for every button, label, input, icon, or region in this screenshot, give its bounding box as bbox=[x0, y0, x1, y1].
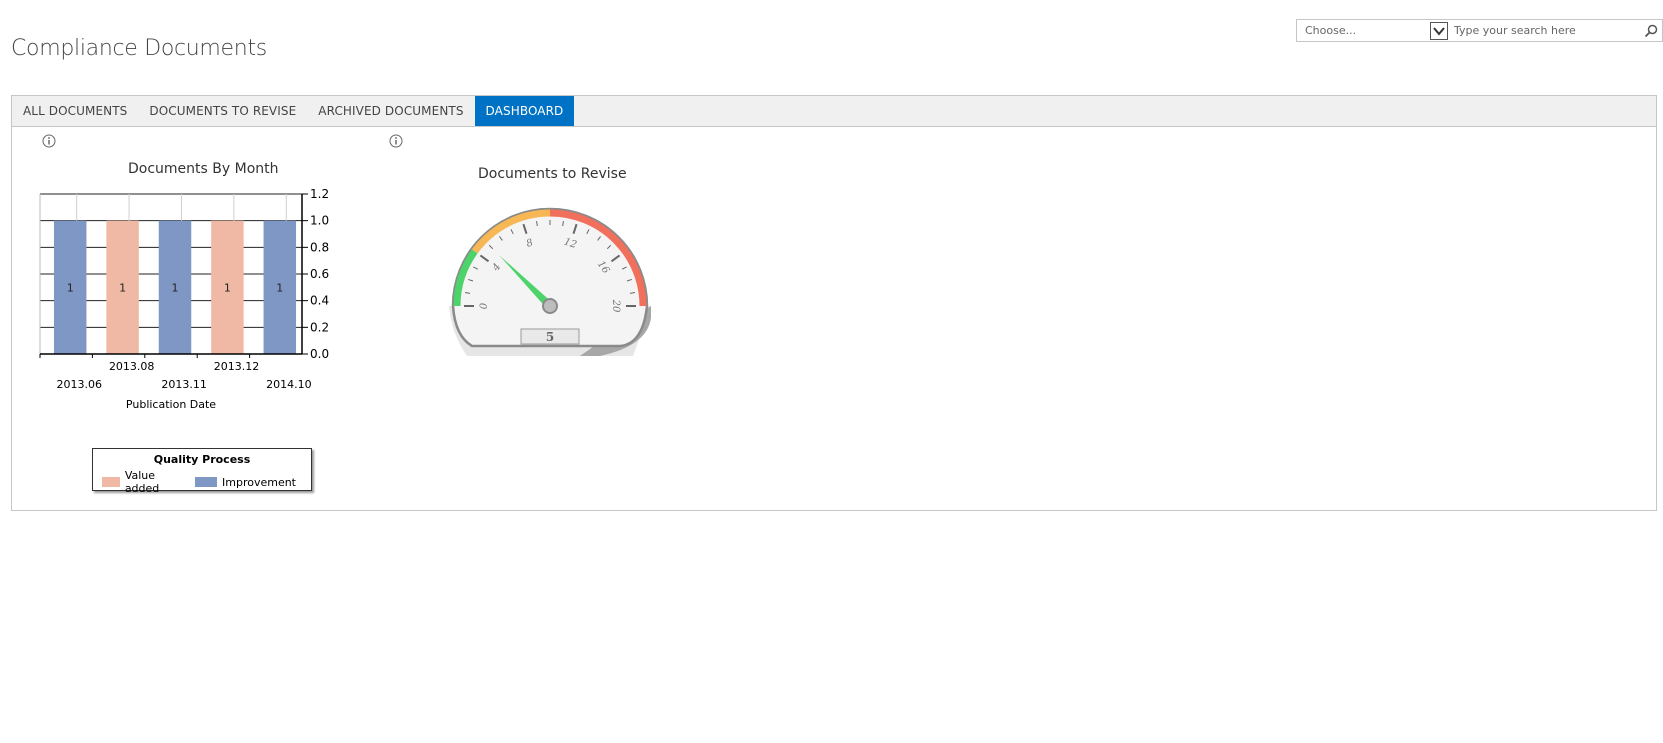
bar-data-label: 1 bbox=[224, 281, 231, 294]
legend-item-improvement: Improvement bbox=[195, 476, 296, 489]
search-icon[interactable] bbox=[1640, 20, 1662, 41]
legend-label-improvement: Improvement bbox=[222, 475, 296, 489]
gauge-value-label: 5 bbox=[546, 330, 554, 344]
search-box: Choose... bbox=[1296, 19, 1663, 42]
legend-swatch-improvement bbox=[195, 477, 217, 487]
page-title: Compliance Documents bbox=[11, 36, 267, 61]
y-tick-label: 0.0 bbox=[310, 347, 329, 361]
x-tick-label: 2013.11 bbox=[161, 378, 207, 391]
y-tick-label: 1.2 bbox=[310, 187, 329, 201]
gauge-tick-label: 20 bbox=[610, 299, 621, 313]
info-icon[interactable] bbox=[389, 133, 403, 148]
tab-bar: ALL DOCUMENTS DOCUMENTS TO REVISE ARCHIV… bbox=[12, 96, 1656, 127]
bar-data-label: 1 bbox=[276, 281, 283, 294]
x-tick-label: 2013.08 bbox=[109, 360, 155, 373]
bar-data-label: 1 bbox=[67, 281, 74, 294]
y-tick-label: 1.0 bbox=[310, 214, 329, 228]
search-input[interactable] bbox=[1448, 20, 1640, 41]
info-icon[interactable] bbox=[42, 133, 56, 148]
x-tick-label: 2013.06 bbox=[57, 378, 103, 391]
gauge-tick-label: 0 bbox=[479, 302, 490, 309]
y-tick-label: 0.4 bbox=[310, 294, 329, 308]
tab-dashboard[interactable]: DASHBOARD bbox=[474, 96, 575, 126]
y-tick-label: 0.8 bbox=[310, 240, 329, 254]
search-scope-select[interactable]: Choose... bbox=[1297, 20, 1428, 41]
tab-archived-documents[interactable]: ARCHIVED DOCUMENTS bbox=[307, 96, 474, 126]
chart-legend: Quality Process Value added Improvement bbox=[92, 448, 312, 495]
gauge-title: Documents to Revise bbox=[478, 166, 627, 182]
tab-all-documents[interactable]: ALL DOCUMENTS bbox=[12, 96, 138, 126]
gauge-chart: 048 1216205 bbox=[449, 207, 651, 356]
gauge-face bbox=[451, 207, 649, 348]
x-tick-label: 2014.10 bbox=[266, 378, 312, 391]
legend-item-value-added: Value added bbox=[102, 469, 180, 495]
chevron-down-icon[interactable] bbox=[1430, 21, 1448, 40]
legend-label-value-added: Value added bbox=[124, 469, 160, 495]
gauge-hub bbox=[542, 298, 558, 314]
bar-chart-title: Documents By Month bbox=[128, 161, 279, 177]
x-axis-title: Publication Date bbox=[126, 398, 216, 411]
y-tick-label: 0.6 bbox=[310, 267, 329, 281]
legend-title: Quality Process bbox=[153, 453, 251, 466]
x-tick-label: 2013.12 bbox=[214, 360, 260, 373]
tab-documents-to-revise[interactable]: DOCUMENTS TO REVISE bbox=[138, 96, 307, 126]
search-scope-value: Choose... bbox=[1305, 24, 1357, 37]
legend-swatch-value-added bbox=[102, 477, 120, 487]
bar-chart: 1 1 1 1 1 0.0 0.2 0.4 0.6 0.8 1.0 1.2 2013.06 2013.08… bbox=[39, 187, 329, 411]
dashboard-panel: ALL DOCUMENTS DOCUMENTS TO REVISE ARCHIV… bbox=[11, 95, 1657, 511]
y-tick-label: 0.2 bbox=[310, 320, 329, 334]
bar-data-label: 1 bbox=[172, 281, 179, 294]
bar-data-label: 1 bbox=[119, 281, 126, 294]
